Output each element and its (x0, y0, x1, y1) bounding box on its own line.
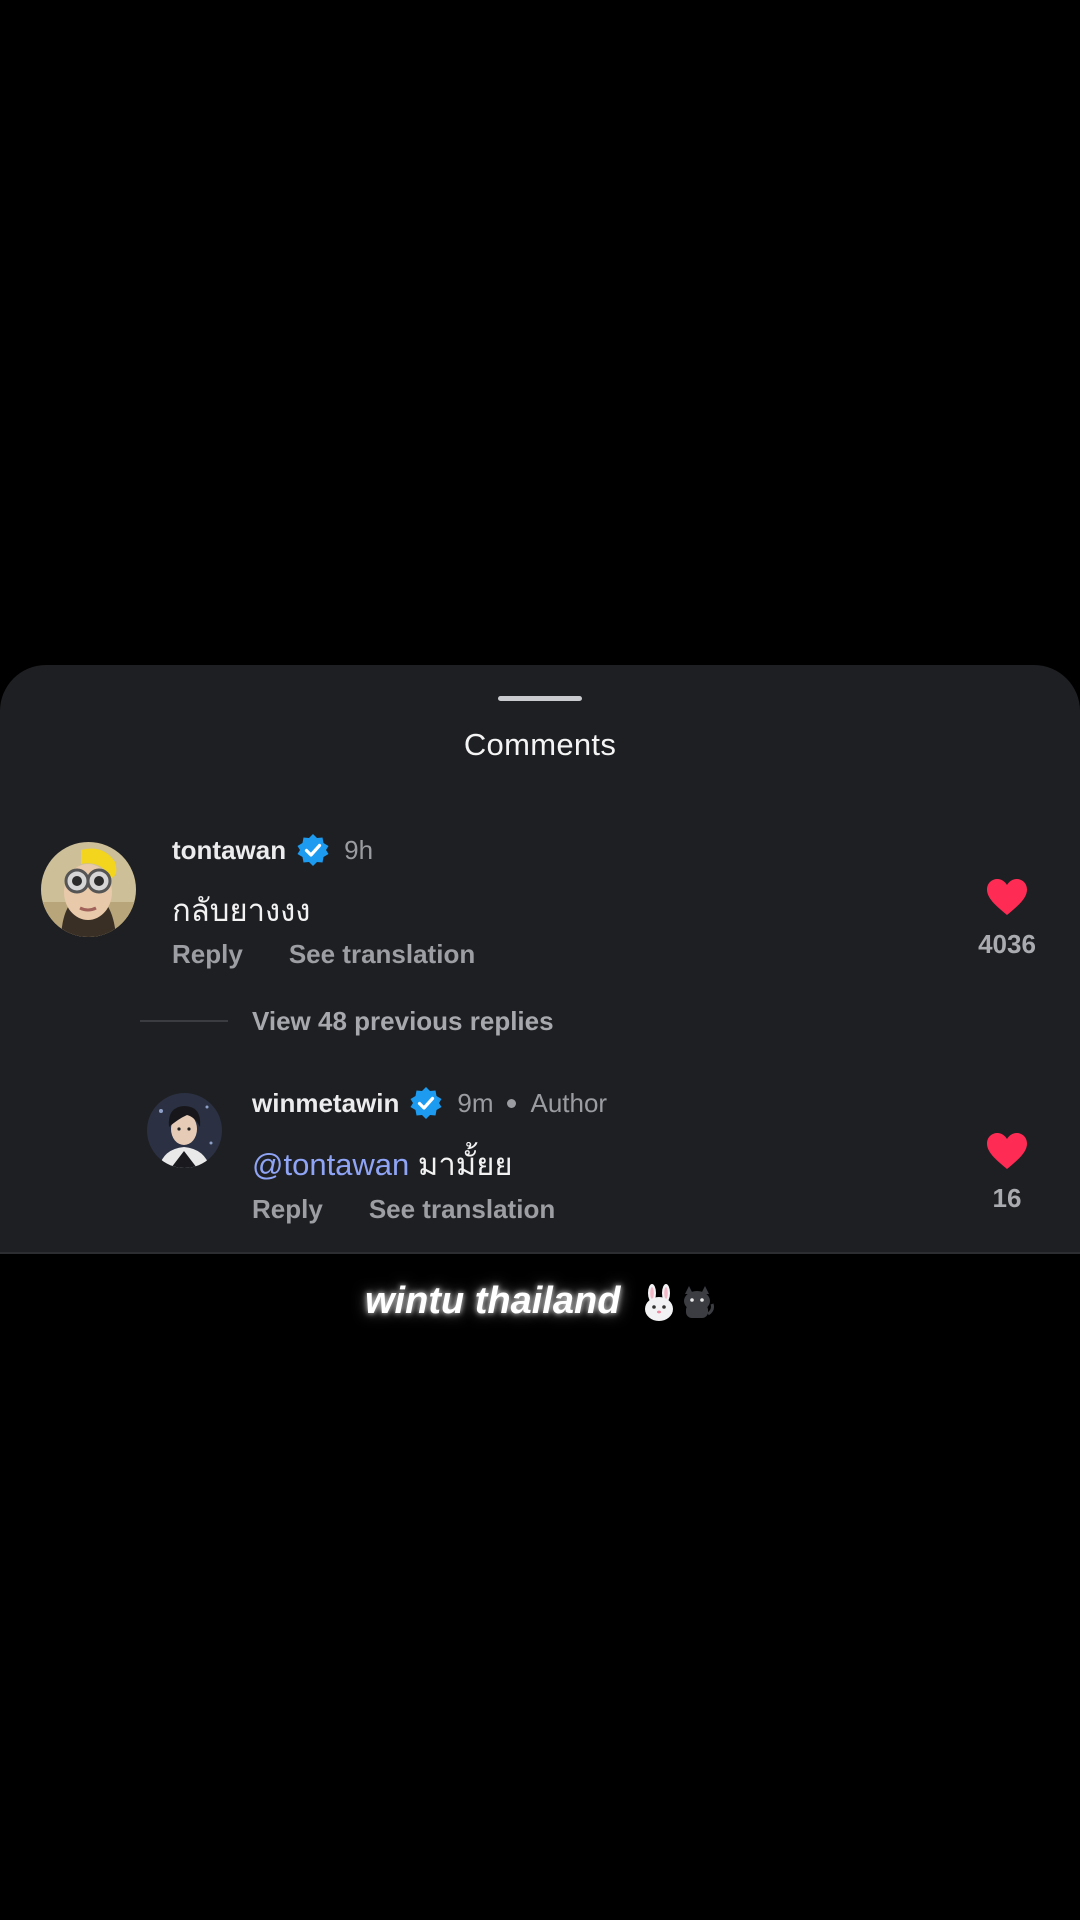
reply-button[interactable]: Reply (172, 939, 243, 970)
mention-link[interactable]: @tontawan (252, 1147, 409, 1182)
reply-body: มามั้ยย (417, 1147, 513, 1182)
see-translation-button[interactable]: See translation (369, 1194, 555, 1225)
author-badge: Author (530, 1087, 608, 1118)
separator-dot (507, 1098, 517, 1108)
video-caption: wintu thailand (0, 1280, 1080, 1323)
avatar-portrait-icon (147, 1093, 222, 1168)
like-count: 4036 (978, 929, 1036, 959)
screen: Comments tontawan 9h กลับยางงง Reply See… (0, 0, 1080, 1920)
comment-text: กลับยางงง (172, 893, 311, 928)
avatar-yellow-hat-icon (41, 842, 136, 937)
verified-badge-icon (296, 833, 330, 867)
comment-actions: Reply See translation (172, 934, 475, 974)
reply-actions: Reply See translation (252, 1189, 555, 1229)
sheet-drag-handle[interactable] (498, 696, 582, 701)
cat-icon (684, 1285, 714, 1318)
divider (140, 1020, 228, 1022)
heart-icon (987, 879, 1027, 915)
like-button[interactable]: 4036 (952, 877, 1062, 960)
reply-username[interactable]: winmetawin (252, 1088, 399, 1119)
comments-sheet: Comments tontawan 9h กลับยางงง Reply See… (0, 665, 1080, 1254)
avatar[interactable] (147, 1093, 222, 1168)
comment-time: 9h (344, 834, 374, 865)
comment-username[interactable]: tontawan (172, 835, 286, 866)
reply-header: winmetawin 9m Author (252, 1083, 607, 1123)
rabbit-icon (645, 1283, 673, 1321)
like-count: 16 (992, 1183, 1022, 1213)
view-previous-replies-button[interactable]: View 48 previous replies (140, 1001, 554, 1041)
reply-time: 9m (457, 1087, 494, 1118)
comment-header: tontawan 9h (172, 830, 373, 870)
avatar[interactable] (41, 842, 136, 937)
verified-badge-icon (409, 1086, 443, 1120)
reply-button[interactable]: Reply (252, 1194, 323, 1225)
like-button[interactable]: 16 (952, 1131, 1062, 1214)
view-replies-label: View 48 previous replies (252, 1005, 554, 1036)
see-translation-button[interactable]: See translation (289, 939, 475, 970)
sheet-title: Comments (463, 727, 617, 762)
heart-icon (987, 1133, 1027, 1169)
reply-text: @tontawan มามั้ยย (252, 1139, 513, 1189)
caption-text: wintu thailand (365, 1280, 621, 1322)
caption-emojis (641, 1283, 715, 1322)
